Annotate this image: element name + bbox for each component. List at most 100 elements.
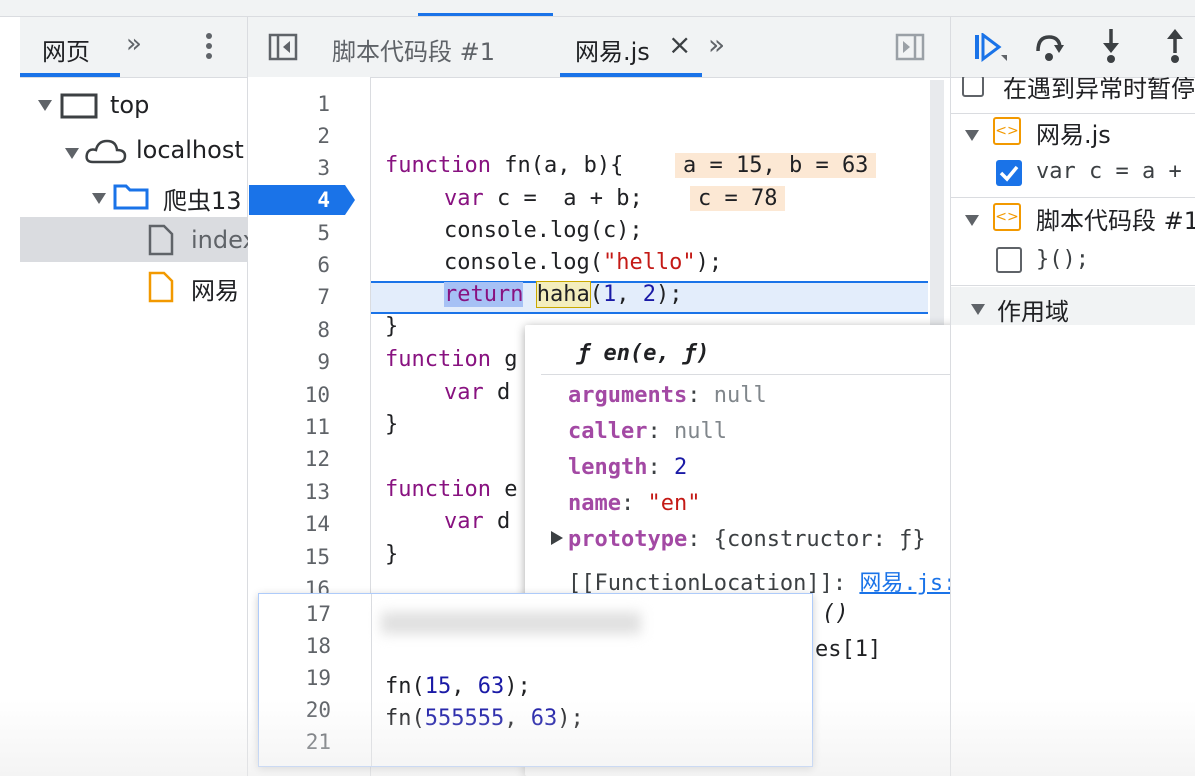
kebab-menu-icon[interactable] <box>200 31 218 67</box>
line-number[interactable]: 15 <box>248 545 330 569</box>
tree-item-localhost[interactable]: localhost <box>20 134 247 170</box>
popover-partial-1: () <box>822 601 849 626</box>
file-icon <box>148 224 174 260</box>
property-value: {constructor: ƒ} <box>713 527 926 552</box>
code-text: ); <box>655 282 683 307</box>
line-number[interactable]: 11 <box>248 415 330 439</box>
tree-item-top[interactable]: top <box>20 89 247 125</box>
line-number[interactable]: 13 <box>248 480 330 504</box>
scope-label: 作用域 <box>997 298 1069 326</box>
property-separator: : <box>620 491 648 516</box>
step-out-icon[interactable] <box>1163 27 1187 67</box>
pause-on-exceptions-row[interactable]: 在遇到异常时暂停 <box>951 77 1195 107</box>
breakpoint-code: }(); <box>1036 247 1089 272</box>
keyword: return <box>444 282 524 307</box>
breakpoint-file-2[interactable]: <> 脚本代码段 #1 <box>951 200 1195 236</box>
code-line-3: function fn(a, b){ <box>385 153 623 178</box>
code-line-9: function g <box>385 347 517 372</box>
scope-section-header[interactable]: 作用域 <box>951 287 1195 326</box>
line-number[interactable]: 17 <box>259 602 331 626</box>
keyword: function <box>385 153 491 178</box>
code-text: d <box>483 509 511 534</box>
property-prototype[interactable]: prototype: {constructor: ƒ} <box>568 527 926 552</box>
triangle-down-icon <box>965 212 979 231</box>
tab-snippet-1[interactable]: 脚本代码段 #1 <box>332 32 495 67</box>
property-value: null <box>713 383 767 408</box>
line-number[interactable]: 19 <box>259 666 331 690</box>
pause-exceptions-checkbox[interactable] <box>962 77 984 97</box>
code-line-15: } <box>385 542 399 567</box>
tab-wangyi-js[interactable]: 网易.js <box>575 32 650 67</box>
line-number[interactable]: 20 <box>259 698 331 722</box>
code-line-5: console.log(c); <box>444 218 643 243</box>
tree-item-wangyi[interactable]: 网易 <box>20 267 247 307</box>
breakpoint-entry-2[interactable]: }(); <box>951 243 1195 279</box>
tree-item-folder[interactable]: 爬虫13 <box>20 179 247 215</box>
property-value: "en" <box>647 491 701 516</box>
close-tab-icon[interactable]: × <box>668 28 691 61</box>
property-caller: caller: null <box>568 419 727 444</box>
debugger-toolbar <box>951 17 1195 78</box>
line-number[interactable]: 4 <box>248 188 330 212</box>
line-number[interactable]: 6 <box>248 253 330 277</box>
line-number[interactable]: 7 <box>248 285 330 309</box>
code-text: ); <box>695 250 723 275</box>
tab-page[interactable]: 网页 <box>42 32 90 67</box>
line-number[interactable]: 21 <box>259 730 331 754</box>
js-file-icon <box>148 271 174 307</box>
triangle-down-icon <box>971 301 985 320</box>
line-number[interactable]: 14 <box>248 512 330 536</box>
step-into-icon[interactable] <box>1099 27 1123 67</box>
line-number[interactable]: 12 <box>248 447 330 471</box>
line-number[interactable]: 9 <box>248 350 330 374</box>
number-literal: 63 <box>530 706 558 731</box>
line-number[interactable]: 5 <box>248 221 330 245</box>
string-literal: "hello" <box>602 250 696 275</box>
active-tab-indicator <box>418 13 553 16</box>
toggle-navigator-icon[interactable] <box>268 33 298 65</box>
debugger-sidebar: 在遇到异常时暂停 <> 网易.js var c = a + <> 脚本代码段 #… <box>950 17 1195 776</box>
breakpoint-checkbox-checked[interactable] <box>996 160 1022 186</box>
line-number[interactable]: 18 <box>259 634 331 658</box>
triangle-down-icon <box>38 97 52 116</box>
number-literal: 63 <box>477 674 505 699</box>
expand-triangle-icon[interactable] <box>551 530 563 549</box>
code-text: , <box>451 674 478 699</box>
triangle-down-icon <box>965 127 979 146</box>
navigator-panel: 网页 » top localhost 爬虫13 index 网易 <box>20 17 257 776</box>
tree-item-index[interactable]: index <box>20 217 257 262</box>
breakpoint-checkbox-unchecked[interactable] <box>996 247 1022 273</box>
tree-label-localhost: localhost <box>136 136 244 164</box>
property-separator: : <box>687 527 714 552</box>
line-number[interactable]: 8 <box>248 318 330 342</box>
more-tabs-button[interactable]: » <box>126 29 142 59</box>
keyword: function <box>385 477 491 502</box>
code-text: , <box>616 282 643 307</box>
breakpoint-entry-1[interactable]: var c = a + <box>951 157 1195 193</box>
resume-icon[interactable] <box>973 32 1009 67</box>
divider <box>951 113 1195 114</box>
line-number[interactable]: 10 <box>248 383 330 407</box>
breakpoint-file-1[interactable]: <> 网易.js <box>951 115 1195 151</box>
hover-target[interactable]: haha <box>535 281 591 308</box>
code-text: d <box>483 380 511 405</box>
line-number[interactable]: 2 <box>248 124 330 148</box>
popover-title: ƒ en(e, ƒ) <box>577 341 710 366</box>
tree-label-index: index <box>191 226 257 254</box>
code-text: fn( <box>385 674 425 699</box>
line-number[interactable]: 1 <box>248 92 330 116</box>
property-separator: : <box>647 419 674 444</box>
triangle-down-icon <box>92 190 106 209</box>
code-line-20: fn(555555, 63); <box>385 706 584 731</box>
code-text: c = a + b; <box>483 186 643 211</box>
divider <box>951 285 1195 286</box>
tree-label-wangyi: 网易 <box>191 277 239 305</box>
number-literal: 15 <box>424 674 452 699</box>
line-number[interactable]: 3 <box>248 156 330 180</box>
triangle-down-icon <box>65 145 79 164</box>
more-editor-tabs-button[interactable]: » <box>708 28 725 61</box>
blurred-content <box>381 612 641 634</box>
step-over-icon[interactable] <box>1033 31 1065 67</box>
editor-scrollbar[interactable] <box>930 80 944 330</box>
toggle-debugger-icon[interactable] <box>895 33 925 65</box>
